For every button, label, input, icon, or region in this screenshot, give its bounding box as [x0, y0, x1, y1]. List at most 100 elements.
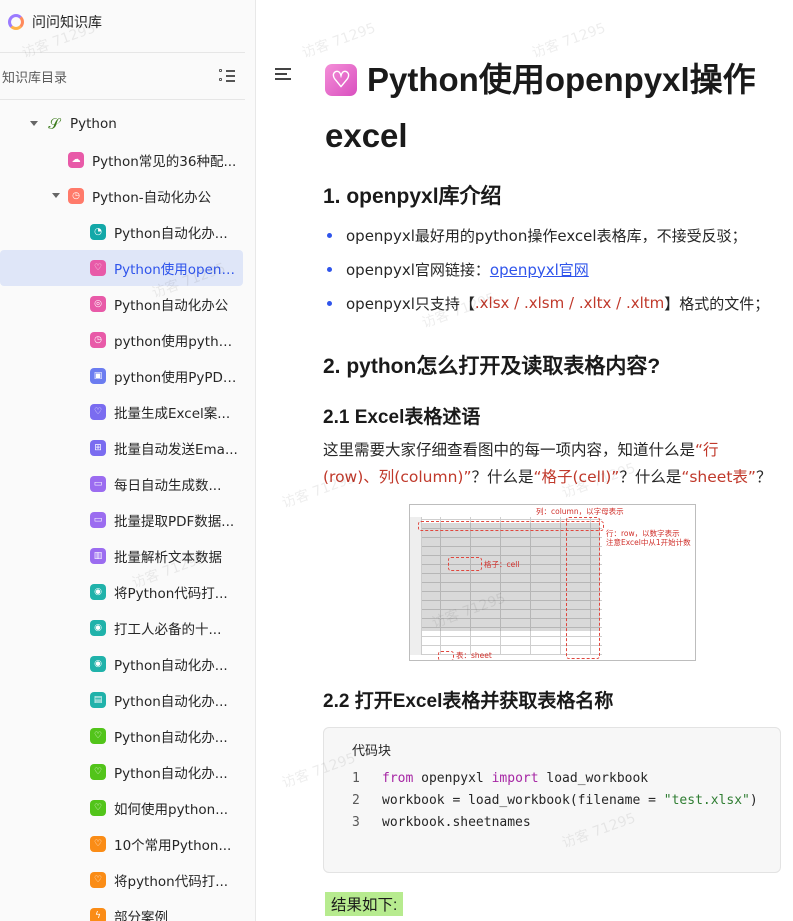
page-title-text: Python使用openpyxl操作excel: [325, 61, 756, 154]
sidebar-doc-item[interactable]: ▥ 批量解析文本数据: [0, 538, 255, 574]
sidebar-doc-item[interactable]: ♡ 批量生成Excel案...: [0, 394, 255, 430]
openpyxl-site-link[interactable]: openpyxl官网: [490, 259, 589, 280]
code-line: 1 from openpyxl import load_workbook: [352, 771, 648, 786]
para-highlight: “sheet表”: [681, 468, 756, 486]
sheet-row-numbers: [410, 517, 422, 655]
sidebar-doc-label: 每日自动生成数...: [114, 478, 222, 494]
sidebar-doc-item[interactable]: ♡ 如何使用python...: [0, 790, 255, 826]
outline-menu-icon[interactable]: [275, 68, 291, 80]
heart-icon: ♡: [90, 800, 106, 816]
para-text: ？什么是: [619, 468, 682, 486]
sidebar-doc-item[interactable]: ▭ 批量提取PDF数据...: [0, 502, 255, 538]
grid-icon: ⊞: [90, 440, 106, 456]
sidebar-doc-item[interactable]: ⊞ 批量自动发送Ema...: [0, 430, 255, 466]
sidebar-doc-item[interactable]: ϟ 部分案例: [0, 898, 255, 921]
bullet-item: openpyxl只支持【 .xlsx / .xlsm / .xltx / .xlt…: [323, 286, 769, 320]
sidebar-doc-item[interactable]: ◉ 打工人必备的十...: [0, 610, 255, 646]
tree-node-label: Python常见的36种配...: [92, 154, 237, 170]
sidebar-doc-label: Python自动化办...: [114, 658, 228, 674]
row-note: 行：row，以数字表示: [606, 529, 680, 538]
divider: [0, 99, 245, 100]
caret-down-icon[interactable]: [52, 193, 60, 198]
tree-node-python[interactable]: 𝒮 Python: [0, 106, 255, 142]
line-number: 1: [352, 771, 360, 786]
sidebar-doc-label: 批量解析文本数据: [114, 550, 222, 566]
line-number: 2: [352, 793, 360, 808]
sidebar-doc-label: 10个常用Python...: [114, 838, 232, 854]
sheet-tab-highlight: [438, 651, 454, 660]
brand-logo-icon: [8, 14, 24, 30]
sidebar-doc-item[interactable]: ▣ python使用PyPDF...: [0, 358, 255, 394]
directory-header: 知识库目录: [0, 53, 255, 99]
sidebar-doc-label: 如何使用python...: [114, 802, 229, 818]
code-line: 3 workbook.sheetnames: [352, 815, 531, 830]
bullet-list: openpyxl最好用的python操作excel表格库，不接受反驳； open…: [323, 218, 769, 320]
code-text: openpyxl: [413, 771, 492, 786]
sidebar-doc-label: 将python代码打...: [114, 874, 229, 890]
code-line: 2 workbook = load_workbook(filename = "te…: [352, 793, 758, 808]
heading-open-excel: 2.2 打开Excel表格并获取表格名称: [323, 691, 614, 712]
sidebar-doc-label: 部分案例: [114, 910, 168, 921]
note-icon: ▭: [90, 512, 106, 528]
code-block-label: 代码块: [352, 744, 392, 759]
gamepad-icon: ▣: [90, 368, 106, 384]
sidebar-doc-item[interactable]: ◔ Python自动化办...: [0, 214, 255, 250]
result-label: 结果如下:: [325, 892, 404, 916]
sidebar-doc-item[interactable]: ♡ Python使用openp...: [0, 250, 243, 286]
sidebar-doc-label: Python自动化办公: [114, 298, 229, 314]
sidebar-doc-label: Python自动化办...: [114, 694, 228, 710]
para-text: ？什么是: [471, 468, 534, 486]
compass-icon: ◉: [90, 584, 106, 600]
sidebar-doc-item[interactable]: ♡ 10个常用Python...: [0, 826, 255, 862]
bullet-text: 】格式的文件；: [664, 294, 770, 313]
tree-node-top-item[interactable]: ☁ Python常见的36种配...: [0, 142, 255, 178]
sidebar-doc-label: 批量提取PDF数据...: [114, 514, 235, 530]
sidebar-doc-item[interactable]: ◎ Python自动化办公: [0, 286, 255, 322]
caret-down-icon[interactable]: [30, 121, 38, 126]
sidebar-doc-label: python使用PyPDF...: [114, 370, 238, 386]
code-block[interactable]: 代码块 1 from openpyxl import load_workbook …: [323, 727, 781, 873]
target-icon: ◎: [90, 296, 106, 312]
sidebar-doc-item[interactable]: ♡ 将python代码打...: [0, 862, 255, 898]
sidebar-doc-label: 批量自动发送Ema...: [114, 442, 238, 458]
sidebar-doc-label: 批量生成Excel案...: [114, 406, 231, 422]
heading-open-read: 2. python怎么打开及读取表格内容?: [323, 355, 661, 378]
document-list: ◔ Python自动化办... ♡ Python使用openp... ◎ Python自动…: [0, 214, 255, 921]
heart-icon: ♡: [90, 404, 106, 420]
tree-node-group[interactable]: ◷ Python-自动化办公: [0, 178, 255, 214]
code-text: load_workbook: [538, 771, 649, 786]
app-title: 问问知识库: [32, 15, 102, 31]
snake-icon: 𝒮: [48, 114, 60, 133]
sidebar-doc-item[interactable]: ◷ python使用pytho...: [0, 322, 255, 358]
para-text: ？: [755, 468, 772, 486]
sidebar-doc-item[interactable]: ♡ Python自动化办...: [0, 718, 255, 754]
heart-icon: ♡: [90, 872, 106, 888]
heart-icon: ♡: [90, 764, 106, 780]
heart-icon: ♡: [325, 64, 357, 96]
sidebar-doc-item[interactable]: ◉ 将Python代码打...: [0, 574, 255, 610]
excel-terms-figure[interactable]: 列：column，以字母表示 行：row，以数字表示 注意Excel中从1开始计…: [409, 504, 696, 661]
code-text: workbook.sheetnames: [382, 815, 531, 830]
compass-icon: ◉: [90, 620, 106, 636]
list-toggle-icon[interactable]: [219, 69, 235, 83]
code-keyword: import: [491, 771, 539, 786]
sidebar-doc-item[interactable]: ◉ Python自动化办...: [0, 646, 255, 682]
sidebar-doc-label: Python自动化办...: [114, 730, 228, 746]
sidebar-doc-item[interactable]: ▤ Python自动化办...: [0, 682, 255, 718]
brand[interactable]: 问问知识库: [0, 0, 255, 44]
sidebar-doc-item[interactable]: ♡ Python自动化办...: [0, 754, 255, 790]
clock-icon: ◷: [90, 332, 106, 348]
para-highlight: “格子(cell)”: [533, 468, 620, 486]
sidebar-doc-item[interactable]: ▭ 每日自动生成数...: [0, 466, 255, 502]
note-icon: ▭: [90, 476, 106, 492]
code-string: "test.xlsx": [663, 793, 750, 808]
heart-icon: ♡: [90, 728, 106, 744]
sidebar-doc-label: python使用pytho...: [114, 334, 238, 350]
cell-note: 格子：cell: [484, 560, 520, 569]
clock-icon: ◷: [68, 188, 84, 204]
para-text: 这里需要大家仔细查看图中的每一项内容，知道什么是: [323, 441, 696, 459]
sidebar-doc-label: Python使用openp...: [114, 262, 238, 278]
bullet-text: openpyxl只支持【: [346, 294, 475, 313]
tree-node-label: Python: [70, 116, 117, 132]
file-formats: .xlsx / .xlsm / .xltx / .xltm: [474, 294, 665, 312]
